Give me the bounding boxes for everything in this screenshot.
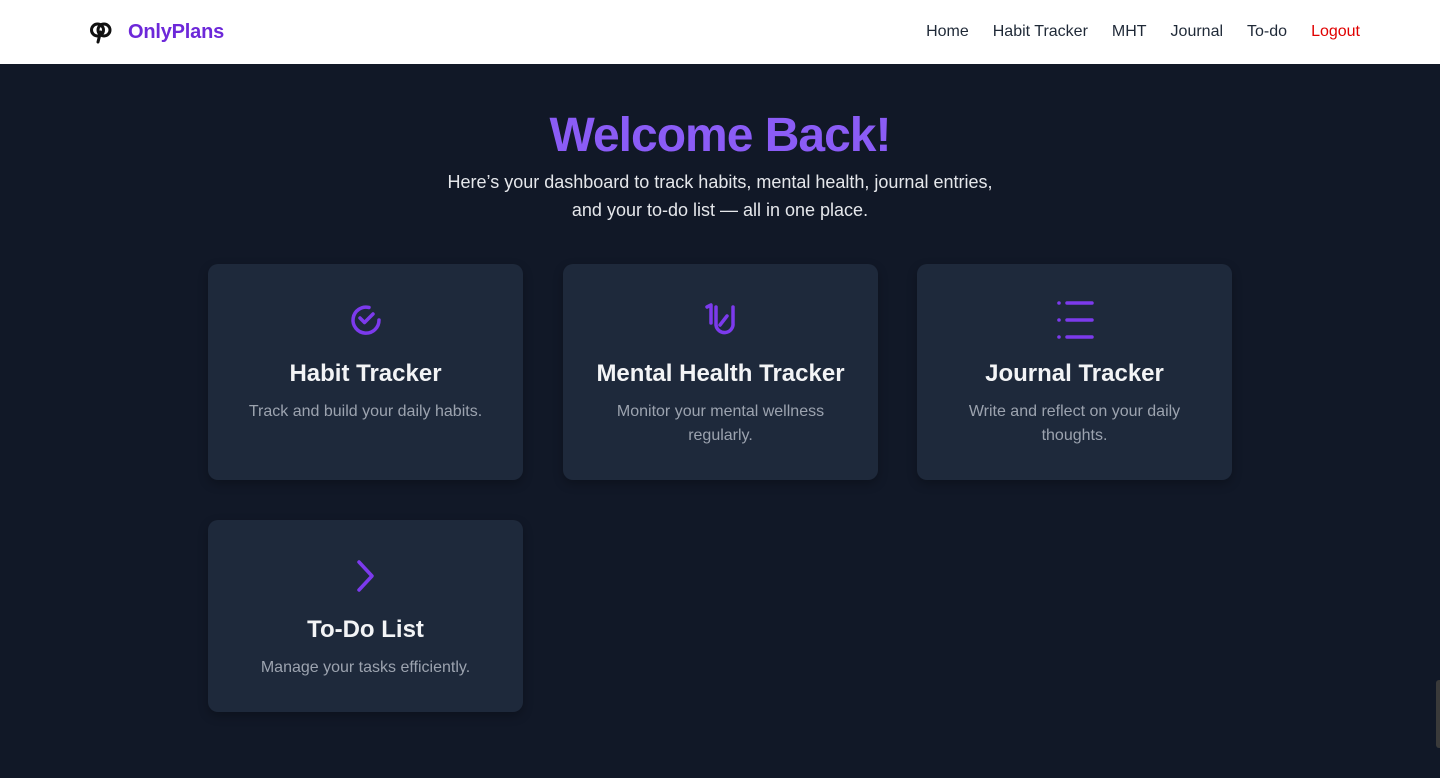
card-description: Monitor your mental wellness regularly. bbox=[616, 403, 825, 444]
dashboard-main: Welcome Back! Here’s your dashboard to t… bbox=[0, 64, 1440, 778]
card-description: Track and build your daily habits. bbox=[248, 403, 483, 420]
nav-habit-tracker[interactable]: Habit Tracker bbox=[993, 23, 1088, 41]
card-journal-tracker[interactable]: Journal Tracker Write and reflect on you… bbox=[917, 264, 1232, 480]
nav-home[interactable]: Home bbox=[926, 23, 969, 41]
page-subtitle-line-2: and your to-do list — all in one place. bbox=[571, 200, 869, 220]
card-description: Write and reflect on your daily thoughts… bbox=[968, 403, 1181, 444]
card-habit-tracker[interactable]: Habit Tracker Track and build your daily… bbox=[208, 264, 523, 480]
nav-journal[interactable]: Journal bbox=[1171, 23, 1223, 41]
mental-health-icon bbox=[701, 300, 741, 340]
brand-name: OnlyPlans bbox=[128, 20, 225, 43]
card-title: Mental Health Tracker bbox=[596, 360, 845, 387]
nav-todo[interactable]: To-do bbox=[1247, 23, 1287, 41]
brand[interactable]: OnlyPlans bbox=[88, 19, 224, 45]
nav-logout[interactable]: Logout bbox=[1311, 23, 1360, 41]
top-navbar: OnlyPlans Home Habit Tracker MHT Journal… bbox=[0, 0, 1440, 64]
list-icon bbox=[1055, 300, 1095, 340]
progress-check-icon bbox=[346, 300, 386, 340]
nav-links: Home Habit Tracker MHT Journal To-do Log… bbox=[926, 23, 1360, 41]
scrollbar-handle[interactable] bbox=[1436, 680, 1440, 748]
card-title: To-Do List bbox=[307, 616, 424, 643]
page-title: Welcome Back! bbox=[549, 109, 892, 162]
nav-mht[interactable]: MHT bbox=[1112, 23, 1147, 41]
card-todo-list[interactable]: To-Do List Manage your tasks efficiently… bbox=[208, 520, 523, 712]
card-mental-health-tracker[interactable]: Mental Health Tracker Monitor your menta… bbox=[563, 264, 878, 480]
page-subtitle-line-1: Here’s your dashboard to track habits, m… bbox=[447, 172, 993, 192]
card-title: Habit Tracker bbox=[289, 360, 442, 387]
card-title: Journal Tracker bbox=[985, 360, 1164, 387]
page-subtitle: Here’s your dashboard to track habits, m… bbox=[420, 168, 1020, 224]
brand-logo-icon bbox=[88, 19, 114, 45]
chevron-right-icon bbox=[346, 556, 386, 596]
card-description: Manage your tasks efficiently. bbox=[260, 659, 471, 676]
